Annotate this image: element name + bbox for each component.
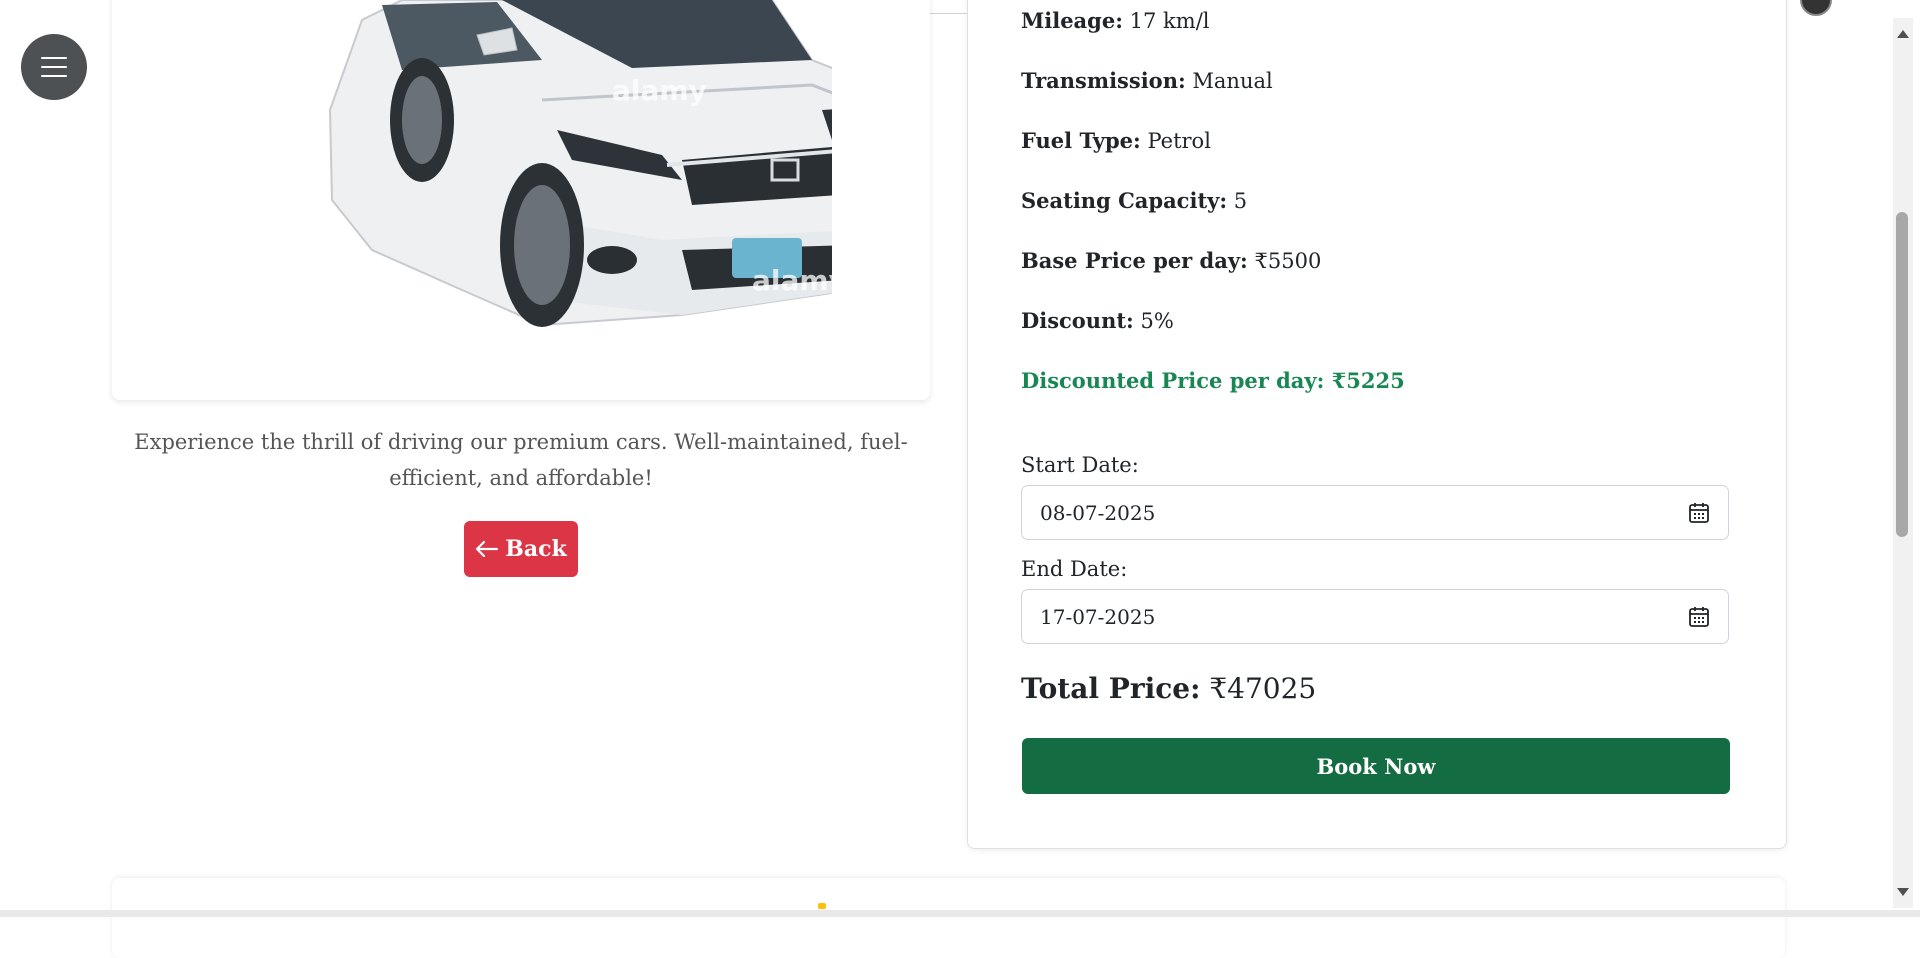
watermark-text: alamy	[752, 264, 832, 297]
seating-capacity-value: 5	[1233, 189, 1248, 213]
total-price-label: Total Price:	[1021, 672, 1201, 705]
seating-capacity-label: Seating Capacity:	[1021, 188, 1228, 213]
end-date-input[interactable]: 17-07-2025	[1021, 589, 1729, 644]
start-date-input[interactable]: 08-07-2025	[1021, 485, 1729, 540]
total-price: Total Price: ₹47025	[1021, 672, 1316, 705]
hamburger-menu-icon	[41, 57, 67, 59]
scroll-up-icon[interactable]	[1897, 30, 1909, 38]
calendar-icon[interactable]	[1688, 502, 1710, 524]
watermark-text: alamy	[612, 74, 707, 107]
discounted-price: Discounted Price per day: ₹5225	[1021, 368, 1405, 393]
fuel-type-value: Petrol	[1147, 129, 1211, 153]
end-date-label: End Date:	[1021, 557, 1128, 581]
end-date-value: 17-07-2025	[1040, 604, 1156, 629]
mileage-value: 17 km/l	[1129, 9, 1210, 33]
base-price-row: Base Price per day: ₹5500	[1021, 248, 1321, 273]
total-price-value: ₹47025	[1209, 672, 1317, 705]
back-button[interactable]: Back	[464, 521, 578, 577]
mileage-row: Mileage: 17 km/l	[1021, 8, 1209, 33]
arrow-left-icon	[476, 540, 499, 558]
discount-label: Discount:	[1021, 308, 1134, 333]
menu-button[interactable]	[21, 34, 87, 100]
back-button-label: Back	[505, 536, 567, 562]
window-bottom-edge	[0, 910, 1920, 917]
discount-value: 5%	[1140, 309, 1174, 333]
start-date-label: Start Date:	[1021, 453, 1139, 477]
book-now-button[interactable]: Book Now	[1022, 738, 1730, 794]
seating-capacity-row: Seating Capacity: 5	[1021, 188, 1247, 213]
base-price-label: Base Price per day:	[1021, 248, 1248, 273]
start-date-value: 08-07-2025	[1040, 500, 1156, 525]
calendar-icon[interactable]	[1688, 606, 1710, 628]
star-icon	[818, 903, 826, 909]
scrollbar-thumb[interactable]	[1896, 212, 1908, 537]
base-price-value: ₹5500	[1254, 249, 1322, 273]
transmission-value: Manual	[1192, 69, 1273, 93]
transmission-row: Transmission: Manual	[1021, 68, 1273, 93]
mileage-label: Mileage:	[1021, 8, 1123, 33]
car-image-card: alamy alamy	[112, 0, 930, 400]
fuel-type-label: Fuel Type:	[1021, 128, 1141, 153]
scroll-down-icon[interactable]	[1897, 888, 1909, 896]
car-description: Experience the thrill of driving our pre…	[134, 430, 908, 490]
avatar[interactable]	[1800, 0, 1832, 16]
car-image: alamy alamy	[328, 0, 832, 327]
transmission-label: Transmission:	[1021, 68, 1186, 93]
discount-row: Discount: 5%	[1021, 308, 1174, 333]
next-section-card	[112, 878, 1785, 958]
fuel-type-row: Fuel Type: Petrol	[1021, 128, 1211, 153]
